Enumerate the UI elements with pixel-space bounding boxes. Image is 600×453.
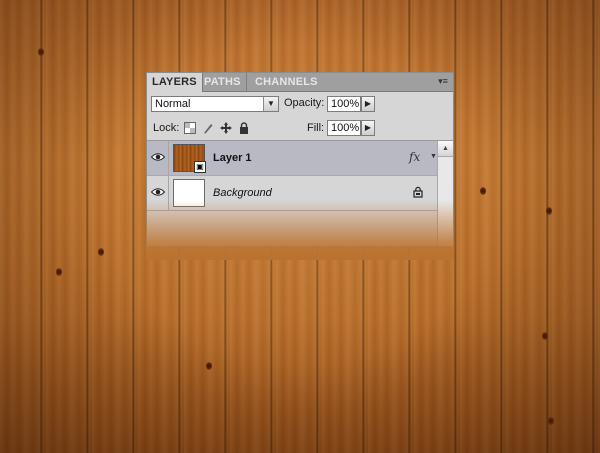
layer-name[interactable]: Background xyxy=(213,187,272,199)
tab-layers[interactable]: LAYERS xyxy=(147,73,203,92)
panel-tab-bar: LAYERS PATHS CHANNELS ▾≡ xyxy=(147,73,453,92)
opacity-field[interactable]: 100% xyxy=(327,96,361,112)
layer-thumbnail: ▣ xyxy=(173,144,206,173)
chevron-down-icon[interactable]: ▼ xyxy=(263,97,278,111)
lock-icon xyxy=(413,186,423,198)
wood-knot xyxy=(98,248,104,256)
lock-transparent-pixels-icon[interactable] xyxy=(184,122,196,134)
lock-position-icon[interactable] xyxy=(220,122,232,134)
fill-label: Fill: xyxy=(307,122,325,134)
wood-knot xyxy=(206,362,212,370)
wood-knot xyxy=(546,207,552,215)
panel-fade-overlay xyxy=(146,200,454,260)
wood-knot xyxy=(38,48,44,56)
blend-opacity-row: Normal ▼ Opacity: 100% ▶ xyxy=(147,92,453,116)
tab-channels[interactable]: CHANNELS xyxy=(250,73,323,91)
blend-mode-value: Normal xyxy=(155,98,191,110)
blend-mode-select[interactable]: Normal ▼ xyxy=(151,96,279,112)
expand-effects-icon[interactable]: ▼ xyxy=(430,153,437,160)
opacity-label: Opacity: xyxy=(284,97,325,109)
fill-field[interactable]: 100% xyxy=(327,120,361,136)
lock-all-icon[interactable] xyxy=(238,122,250,134)
wood-knot xyxy=(480,187,486,195)
wood-knot xyxy=(56,268,62,276)
layer-row-layer-1[interactable]: ▣ Layer 1 fx ▼ xyxy=(147,141,453,176)
scroll-up-icon[interactable]: ▲ xyxy=(438,141,453,157)
eye-icon xyxy=(151,153,165,161)
layer-name[interactable]: Layer 1 xyxy=(213,152,252,164)
layer-effects-icon[interactable]: fx xyxy=(409,150,420,164)
lock-fill-row: Lock: Fill: 100% ▶ xyxy=(147,116,453,141)
smart-object-icon: ▣ xyxy=(194,161,206,173)
fill-slider-button[interactable]: ▶ xyxy=(361,120,375,136)
lock-image-pixels-icon[interactable] xyxy=(202,122,214,134)
lock-label: Lock: xyxy=(153,122,180,134)
eye-icon xyxy=(151,188,165,196)
tab-paths[interactable]: PATHS xyxy=(199,73,247,91)
panel-menu-icon[interactable]: ▾≡ xyxy=(435,75,451,87)
wood-knot xyxy=(542,332,548,340)
visibility-toggle[interactable] xyxy=(147,141,169,175)
wood-knot xyxy=(548,417,554,425)
opacity-slider-button[interactable]: ▶ xyxy=(361,96,375,112)
